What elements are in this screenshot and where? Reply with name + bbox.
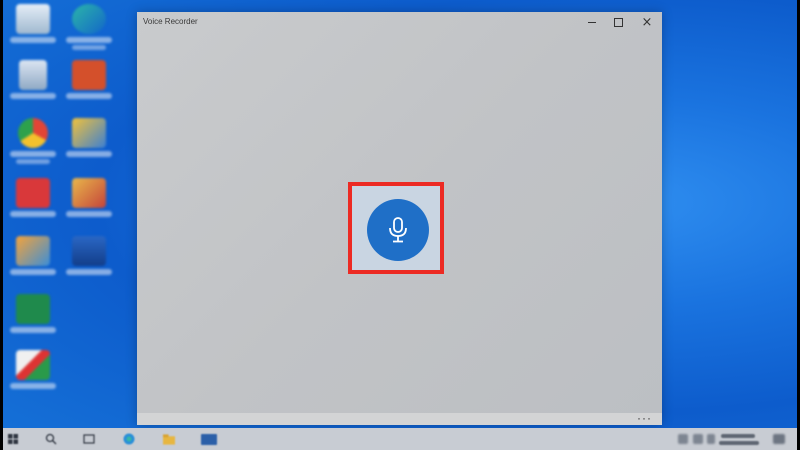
powerpoint-icon bbox=[72, 60, 106, 90]
minimize-icon bbox=[588, 21, 596, 23]
maximize-button[interactable] bbox=[604, 14, 632, 30]
desktop-icon-powerpoint[interactable] bbox=[59, 60, 119, 118]
desktop-icons bbox=[3, 0, 143, 420]
taskbar bbox=[3, 428, 797, 450]
shortcut-icon bbox=[72, 118, 106, 148]
tray-icon-2[interactable] bbox=[693, 434, 703, 444]
excel-icon bbox=[16, 294, 50, 324]
voice-recorder-window: Voice Recorder × ··· bbox=[137, 12, 662, 425]
file-explorer-icon[interactable] bbox=[163, 433, 175, 445]
desktop-icon-excel[interactable] bbox=[3, 294, 63, 352]
task-view-icon[interactable] bbox=[83, 433, 95, 445]
chrome-icon bbox=[18, 118, 48, 148]
close-icon: × bbox=[641, 14, 653, 30]
app-red-icon bbox=[16, 178, 50, 208]
folder-icon bbox=[72, 178, 106, 208]
title-bar: Voice Recorder × bbox=[137, 12, 662, 32]
microphone-icon bbox=[389, 217, 407, 243]
desktop-icon-shortcut[interactable] bbox=[59, 118, 119, 176]
tray-icon-3[interactable] bbox=[707, 434, 715, 444]
people-icon bbox=[16, 236, 50, 266]
tray-icon-1[interactable] bbox=[678, 434, 688, 444]
clock-time[interactable] bbox=[721, 434, 755, 438]
desktop-icon-app-map[interactable] bbox=[3, 350, 63, 408]
desktop-icon-people[interactable] bbox=[3, 236, 63, 294]
desktop-icon-edge[interactable] bbox=[59, 4, 119, 62]
desktop-icon-screen[interactable] bbox=[59, 236, 119, 294]
minimize-button[interactable] bbox=[578, 14, 606, 30]
window-title: Voice Recorder bbox=[143, 17, 198, 26]
recycle-bin-icon bbox=[16, 4, 50, 34]
clock-date[interactable] bbox=[719, 441, 759, 445]
desktop-icon-app-red[interactable] bbox=[3, 178, 63, 236]
desktop-icon-folder[interactable] bbox=[59, 178, 119, 236]
maximize-icon bbox=[613, 17, 623, 27]
desktop-icon-chrome[interactable] bbox=[3, 118, 63, 176]
edge-icon[interactable] bbox=[123, 433, 135, 445]
file-icon bbox=[19, 60, 47, 90]
edge-icon bbox=[72, 4, 106, 34]
desktop-icon-recycle-bin[interactable] bbox=[3, 4, 63, 62]
more-options-button[interactable]: ··· bbox=[637, 411, 652, 425]
desktop-icon-file[interactable] bbox=[3, 60, 63, 118]
screen-icon bbox=[72, 236, 106, 266]
close-button[interactable]: × bbox=[633, 14, 661, 30]
app-map-icon bbox=[16, 350, 50, 380]
notification-icon[interactable] bbox=[773, 434, 785, 444]
windows-start-icon[interactable] bbox=[7, 433, 19, 445]
record-button[interactable] bbox=[367, 199, 429, 261]
app-bar: ··· bbox=[137, 411, 662, 425]
search-icon[interactable] bbox=[45, 433, 57, 445]
screenshot-frame: Voice Recorder × ··· bbox=[0, 0, 800, 450]
app-icon[interactable] bbox=[201, 433, 217, 445]
